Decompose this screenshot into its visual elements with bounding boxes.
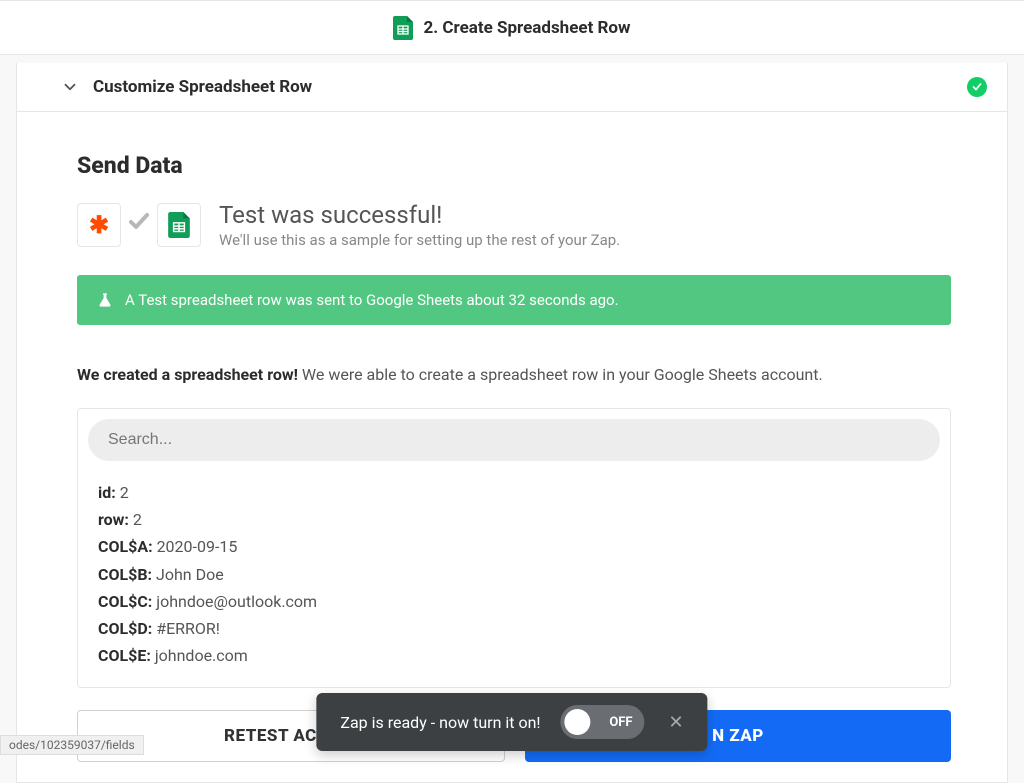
zap-toggle[interactable]: OFF (561, 705, 645, 739)
google-sheets-icon-small (157, 203, 201, 247)
field-row: COL$D: #ERROR! (98, 615, 930, 642)
banner-text: A Test spreadsheet row was sent to Googl… (125, 291, 619, 309)
field-row: COL$B: John Doe (98, 561, 930, 588)
step-title: 2. Create Spreadsheet Row (423, 18, 630, 38)
status-complete-icon (967, 77, 987, 97)
field-row: COL$E: johndoe.com (98, 642, 930, 669)
test-success-subtitle: We'll use this as a sample for setting u… (219, 231, 620, 249)
google-sheets-icon (393, 16, 413, 40)
field-key: id: (98, 483, 116, 502)
field-key: row: (98, 510, 129, 529)
section-customize-row[interactable]: Customize Spreadsheet Row (17, 63, 1007, 112)
field-value: 2020-09-15 (153, 537, 238, 556)
check-icon (127, 210, 151, 240)
test-success-title: Test was successful! (219, 201, 620, 229)
field-row: row: 2 (98, 506, 930, 533)
field-value: 2 (116, 483, 129, 502)
close-icon[interactable]: ✕ (665, 712, 688, 733)
created-rest: We were able to create a spreadsheet row… (298, 365, 823, 384)
app-icon-cluster: ✱ (77, 203, 201, 247)
created-message: We created a spreadsheet row! We were ab… (77, 365, 951, 384)
field-value: 2 (129, 510, 142, 529)
field-key: COL$E: (98, 646, 151, 665)
field-key: COL$D: (98, 619, 152, 638)
ready-toast: Zap is ready - now turn it on! OFF ✕ (316, 693, 707, 751)
field-row: COL$C: johndoe@outlook.com (98, 588, 930, 615)
success-banner: A Test spreadsheet row was sent to Googl… (77, 275, 951, 325)
result-box: id: 2row: 2COL$A: 2020-09-15COL$B: John … (77, 408, 951, 688)
field-key: COL$C: (98, 592, 152, 611)
flask-icon (97, 292, 113, 308)
field-row: COL$A: 2020-09-15 (98, 533, 930, 560)
status-bar-hint: odes/102359037/fields (0, 735, 144, 755)
step-header: 2. Create Spreadsheet Row (0, 0, 1024, 55)
toast-text: Zap is ready - now turn it on! (340, 713, 540, 732)
field-list: id: 2row: 2COL$A: 2020-09-15COL$B: John … (88, 475, 940, 677)
field-row: id: 2 (98, 479, 930, 506)
toggle-label: OFF (609, 715, 632, 730)
toggle-knob (565, 709, 591, 735)
content-area: Send Data ✱ (17, 112, 1007, 782)
send-data-heading: Send Data (77, 152, 951, 179)
field-value: johndoe@outlook.com (152, 592, 317, 611)
field-value: johndoe.com (151, 646, 248, 665)
test-result-text: Test was successful! We'll use this as a… (219, 201, 620, 249)
field-key: COL$B: (98, 565, 152, 584)
test-result-row: ✱ Test was successful! (77, 201, 951, 249)
search-input[interactable] (88, 419, 940, 461)
zapier-icon: ✱ (77, 203, 121, 247)
field-key: COL$A: (98, 537, 153, 556)
field-value: John Doe (152, 565, 224, 584)
field-value: #ERROR! (152, 619, 220, 638)
section-title: Customize Spreadsheet Row (93, 77, 967, 97)
created-bold: We created a spreadsheet row! (77, 365, 298, 384)
main-panel: Customize Spreadsheet Row Send Data ✱ (16, 63, 1008, 783)
chevron-down-icon (61, 78, 79, 96)
